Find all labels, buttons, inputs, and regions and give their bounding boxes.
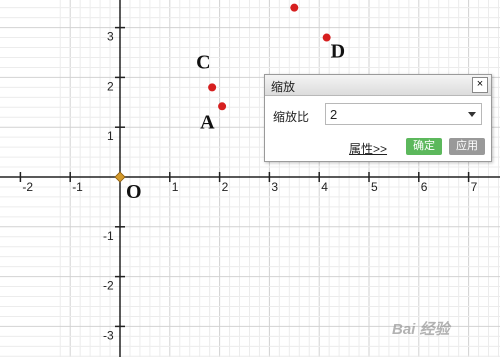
y-tick-label: -1 <box>103 229 114 243</box>
x-tick-label: 5 <box>371 180 378 194</box>
origin-label: O <box>126 181 142 203</box>
y-tick-label: 2 <box>107 79 114 93</box>
watermark: Bai 经验 <box>392 321 450 338</box>
dialog-title: 缩放 <box>271 80 296 94</box>
point-label-d: D <box>331 41 345 63</box>
x-tick-label: 7 <box>471 180 478 194</box>
x-tick-label: 3 <box>271 180 278 194</box>
scale-dialog: 缩放 × 缩放比 2 属性>> 确定 应用 <box>264 74 492 162</box>
x-tick-label: 6 <box>421 180 428 194</box>
scale-ratio-select[interactable]: 2 <box>325 103 482 125</box>
x-tick-label: -2 <box>22 180 33 194</box>
ok-button[interactable]: 确定 <box>406 138 442 155</box>
x-tick-label: 2 <box>222 180 229 194</box>
dialog-header[interactable]: 缩放 × <box>265 75 491 96</box>
point-d <box>322 33 331 42</box>
x-tick-label: 4 <box>321 180 328 194</box>
scale-ratio-label: 缩放比 <box>273 110 310 124</box>
y-tick-label: 1 <box>107 129 114 143</box>
apply-button[interactable]: 应用 <box>449 138 485 155</box>
x-tick-label: -1 <box>72 180 83 194</box>
properties-link[interactable]: 属性>> <box>349 140 387 157</box>
point-a <box>218 102 227 111</box>
y-tick-label: -2 <box>103 279 114 293</box>
point-c <box>208 83 217 92</box>
y-tick-label: -3 <box>103 328 114 342</box>
point-label-a: A <box>200 111 215 133</box>
chevron-down-icon <box>468 112 476 117</box>
graph-canvas[interactable]: -2 -1 1 2 3 4 5 6 7 3 2 1 -1 -2 -3 O C A D <box>0 0 500 357</box>
x-tick-label: 1 <box>172 180 179 194</box>
origin-point <box>114 171 126 183</box>
point-label-c: C <box>196 51 210 73</box>
close-button[interactable]: × <box>472 77 488 93</box>
point-unlabeled <box>290 3 299 12</box>
y-tick-label: 3 <box>107 30 114 44</box>
scale-ratio-value: 2 <box>330 107 338 122</box>
